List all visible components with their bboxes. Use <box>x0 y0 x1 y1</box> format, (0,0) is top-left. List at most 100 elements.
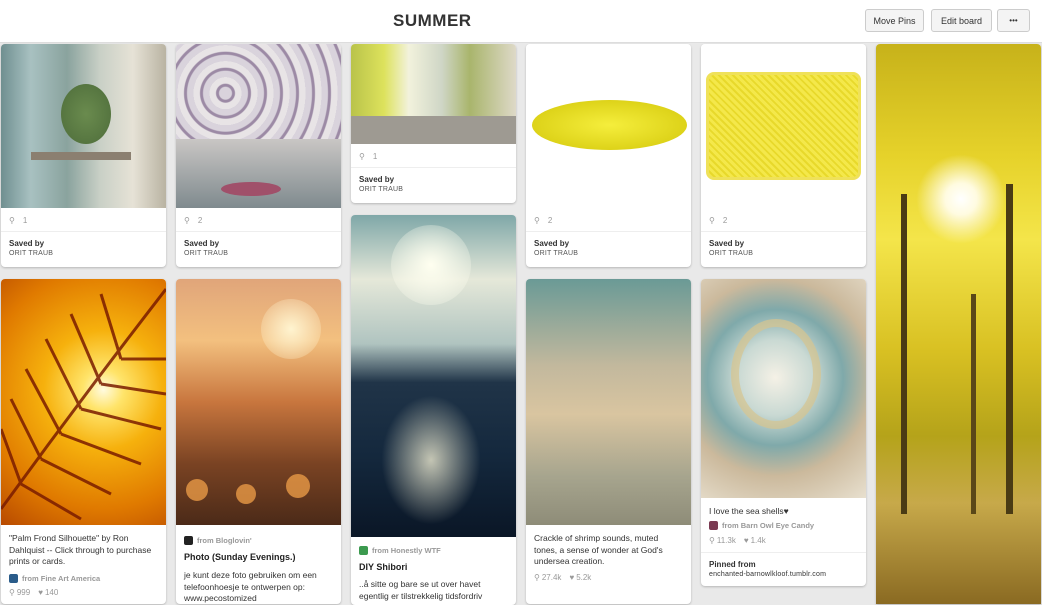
sun-glow <box>391 225 471 305</box>
pin-description: ..å sitte og bare se ut over havet egent… <box>359 579 483 601</box>
furniture-shape <box>351 116 516 144</box>
pin-card[interactable]: from Honestly WTF DIY Shibori ..å sitte … <box>351 215 516 605</box>
repin-count: 999 <box>16 588 31 597</box>
tree-trunk <box>1006 184 1013 514</box>
saved-by: Saved by ORIT TRAUB <box>1 231 166 257</box>
repin-icon: ⚲ <box>184 216 190 225</box>
palm-silhouette <box>1 288 166 521</box>
pin-title[interactable]: DIY Shibori <box>359 562 407 572</box>
pin-card[interactable]: I love the sea shells♥ from Barn Owl Eye… <box>701 279 866 586</box>
pin-title[interactable]: Photo (Sunday Evenings.) <box>184 552 296 562</box>
more-options-button[interactable]: ••• <box>997 9 1030 32</box>
move-pins-button[interactable]: Move Pins <box>865 9 924 32</box>
source-text: from Bloglovin' <box>197 536 252 545</box>
repin-icon: ⚲ <box>709 536 715 545</box>
like-count: 1.4k <box>750 536 766 545</box>
sparkle-water <box>381 395 481 525</box>
source-text: from Fine Art America <box>22 574 101 583</box>
repin-icon: ⚲ <box>709 216 715 225</box>
board-title: SUMMER <box>393 11 472 30</box>
pin-card[interactable]: ⚲ 2 Saved by ORIT TRAUB <box>176 44 341 267</box>
pin-image[interactable] <box>1 44 166 208</box>
pin-stats: ⚲ 2 <box>534 216 552 225</box>
saved-by: Saved by ORIT TRAUB <box>701 231 866 257</box>
pin-card[interactable]: ⚲ 1 Saved by ORIT TRAUB <box>1 44 166 267</box>
pin-source[interactable]: from Bloglovin' <box>184 536 252 545</box>
heart-icon: ♥ <box>569 573 575 582</box>
source-icon <box>184 536 193 545</box>
saved-by-label: Saved by <box>709 239 745 248</box>
pin-image[interactable] <box>176 279 341 525</box>
pin-source[interactable]: from Honestly WTF <box>359 546 441 555</box>
like-count: 5.2k <box>576 573 592 582</box>
pin-image[interactable] <box>701 279 866 498</box>
pin-description: Crackle of shrimp sounds, muted tones, a… <box>534 533 663 566</box>
pin-stats: ⚲ 11.3k ♥ 1.4k <box>709 536 766 545</box>
pin-stats: ⚲ 999 ♥ 140 <box>9 588 58 597</box>
repin-icon: ⚲ <box>9 216 15 225</box>
pin-source[interactable]: from Barn Owl Eye Candy <box>709 521 814 530</box>
saved-by-user[interactable]: ORIT TRAUB <box>534 250 683 257</box>
pin-image[interactable] <box>876 44 1041 604</box>
repin-count: 27.4k <box>541 573 562 582</box>
saved-by-user[interactable]: ORIT TRAUB <box>184 250 333 257</box>
plant-shape <box>61 84 111 144</box>
pinned-from-url[interactable]: enchanted-barnowlkloof.tumblr.com <box>709 571 858 578</box>
pin-image[interactable] <box>351 215 516 537</box>
pin-image[interactable] <box>1 279 166 525</box>
saved-by-user[interactable]: ORIT TRAUB <box>9 250 158 257</box>
repin-count: 2 <box>547 216 553 225</box>
saved-by-user[interactable]: ORIT TRAUB <box>709 250 858 257</box>
source-icon <box>359 546 368 555</box>
tree-trunk <box>971 294 976 514</box>
pin-image[interactable] <box>176 44 341 208</box>
saved-by-user[interactable]: ORIT TRAUB <box>359 186 508 193</box>
pin-image[interactable] <box>351 44 516 144</box>
board-header: SUMMER Move Pins Edit board ••• <box>0 0 1042 43</box>
bokeh-light <box>286 474 310 498</box>
pin-source[interactable]: from Fine Art America <box>9 574 100 583</box>
yellow-cushion <box>532 100 687 150</box>
pin-stats: ⚲ 1 <box>359 152 377 161</box>
heart-icon: ♥ <box>743 536 749 545</box>
pin-card[interactable] <box>876 44 1041 604</box>
pin-stats: ⚲ 2 <box>184 216 202 225</box>
pin-card[interactable]: from Bloglovin' Photo (Sunday Evenings.)… <box>176 279 341 604</box>
pin-card[interactable]: ⚲ 1 Saved by ORIT TRAUB <box>351 44 516 203</box>
pin-image[interactable] <box>701 44 866 208</box>
pin-stats: ⚲ 2 <box>709 216 727 225</box>
sun-glow <box>261 299 321 359</box>
saved-by-label: Saved by <box>184 239 220 248</box>
cushion-shape <box>221 182 281 196</box>
saved-by-label: Saved by <box>9 239 45 248</box>
repin-count: 2 <box>197 216 203 225</box>
pin-description: je kunt deze foto gebruiken om een telef… <box>184 570 317 603</box>
bokeh-light <box>186 479 208 501</box>
saved-by-label: Saved by <box>359 175 395 184</box>
tree-trunk <box>901 194 907 514</box>
bokeh-light <box>236 484 256 504</box>
saved-by: Saved by ORIT TRAUB <box>526 231 691 257</box>
table-shape <box>31 152 131 160</box>
repin-count: 1 <box>22 216 28 225</box>
pin-card[interactable]: Crackle of shrimp sounds, muted tones, a… <box>526 279 691 604</box>
source-icon <box>709 521 718 530</box>
yellow-pillow <box>706 72 861 180</box>
pinned-from-label: Pinned from <box>709 560 756 569</box>
like-count: 140 <box>44 588 59 597</box>
pin-card[interactable]: ⚲ 2 Saved by ORIT TRAUB <box>526 44 691 267</box>
saved-by: Saved by ORIT TRAUB <box>351 167 516 193</box>
source-icon <box>9 574 18 583</box>
pin-stats: ⚲ 27.4k ♥ 5.2k <box>534 573 591 582</box>
pin-card[interactable]: "Palm Frond Silhouette" by Ron Dahlquist… <box>1 279 166 604</box>
sun-glow <box>916 154 1006 244</box>
source-text: from Honestly WTF <box>372 546 441 555</box>
saved-by-label: Saved by <box>534 239 570 248</box>
source-text: from Barn Owl Eye Candy <box>722 521 815 530</box>
edit-board-button[interactable]: Edit board <box>931 9 992 32</box>
repin-icon: ⚲ <box>9 588 15 597</box>
pin-image[interactable] <box>526 44 691 208</box>
saved-by: Saved by ORIT TRAUB <box>176 231 341 257</box>
pin-image[interactable] <box>526 279 691 525</box>
pin-card[interactable]: ⚲ 2 Saved by ORIT TRAUB <box>701 44 866 267</box>
